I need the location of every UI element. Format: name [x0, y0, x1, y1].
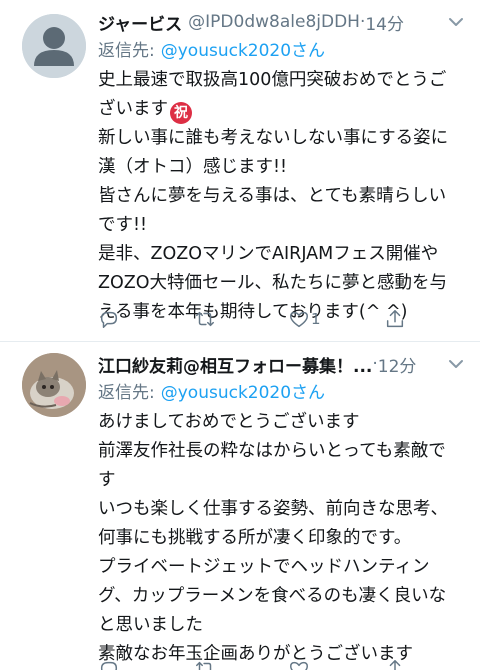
default-profile-icon — [22, 14, 86, 78]
tweet-text: 史上最速で取扱高100億円突破おめでとうご ざいます祝 新しい事に誰も考えないし… — [98, 66, 466, 327]
reply-context: 返信先: @yousuck2020さん — [98, 34, 466, 62]
share-button[interactable] — [384, 658, 406, 670]
tweet-actions: 1 — [98, 306, 408, 332]
text-line-content: ざいます — [98, 99, 168, 119]
timestamp[interactable]: 12分 — [378, 352, 417, 377]
retweet-button[interactable] — [194, 658, 216, 670]
text-line: 是非、ZOZOマリンでAIRJAMフェス開催や — [98, 244, 439, 264]
retweet-icon — [196, 661, 212, 670]
retweet-icon — [196, 311, 214, 327]
like-button[interactable] — [288, 658, 311, 670]
reply-label: 返信先: — [98, 40, 155, 61]
reply-to-link[interactable]: @yousuck2020さん — [161, 378, 325, 403]
default-avatar[interactable] — [22, 14, 86, 78]
display-name[interactable]: ジャービス — [98, 10, 182, 35]
reply-button[interactable] — [98, 658, 120, 670]
tweet-header: ジャービス @IPD0dw8ale8jDDH · 14分 — [98, 10, 466, 34]
share-icon — [386, 310, 404, 328]
tweet-text: あけましておめでとうございます 前澤友作社長の粋なはからいとっても素敵で す い… — [98, 408, 466, 669]
text-line: です!! — [98, 215, 148, 235]
tweet-header: 江口紗友莉@相互フォロー募集！... · 12分 — [98, 352, 466, 376]
display-name[interactable]: 江口紗友莉@相互フォロー募集！... — [98, 352, 372, 377]
celebration-emoji-icon: 祝 — [170, 102, 192, 124]
share-icon — [389, 660, 401, 670]
text-line: 前澤友作社長の粋なはからいとっても素敵で — [98, 441, 446, 461]
like-icon — [290, 661, 308, 670]
chevron-down-icon[interactable] — [446, 354, 466, 374]
reply-icon — [100, 311, 118, 328]
text-line: あけましておめでとうございます — [98, 412, 360, 432]
text-line: と思いました — [98, 615, 203, 635]
text-line: グ、カップラーメンを食べるのも凄く良いな — [98, 586, 447, 606]
text-line: いつも楽しく仕事する姿勢、前向きな思考、 — [98, 499, 448, 519]
chevron-down-icon[interactable] — [446, 12, 466, 32]
text-line: す — [98, 470, 116, 490]
text-line: プライベートジェットでヘッドハンティン — [98, 557, 430, 577]
reply-icon — [100, 661, 118, 670]
like-button[interactable]: 1 — [288, 308, 321, 330]
reply-to-link[interactable]: @yousuck2020さん — [161, 36, 325, 61]
text-line: 漢（オトコ）感じます!! — [98, 157, 288, 177]
text-line: 新しい事に誰も考えないしない事にする姿に — [98, 128, 449, 148]
user-avatar[interactable] — [22, 353, 86, 417]
text-line: ZOZO大特価セール、私たちに夢と感動を与 — [98, 273, 448, 293]
tweet-actions — [98, 656, 408, 670]
like-count: 1 — [311, 310, 321, 328]
reply-button[interactable] — [98, 308, 120, 330]
retweet-button[interactable] — [194, 308, 216, 330]
share-button[interactable] — [384, 308, 406, 330]
cat-avatar-icon — [22, 353, 86, 417]
timestamp[interactable]: 14分 — [365, 10, 404, 35]
reply-context: 返信先: @yousuck2020さん — [98, 376, 466, 404]
text-line: 史上最速で取扱高100億円突破おめでとうご — [98, 70, 447, 90]
user-handle[interactable]: @IPD0dw8ale8jDDH — [188, 12, 360, 32]
text-line: 皆さんに夢を与える事は、とても素晴らしい — [98, 186, 447, 206]
text-line: 何事にも挑戦する所が凄く印象的です。 — [98, 528, 412, 548]
reply-label: 返信先: — [98, 382, 155, 403]
tweet[interactable]: 江口紗友莉@相互フォロー募集！... · 12分 返信先: @yousuck20… — [0, 342, 480, 670]
tweet[interactable]: ジャービス @IPD0dw8ale8jDDH · 14分 返信先: @yousu… — [0, 0, 480, 342]
like-icon — [290, 311, 308, 328]
text-line: ざいます祝 — [98, 95, 466, 124]
